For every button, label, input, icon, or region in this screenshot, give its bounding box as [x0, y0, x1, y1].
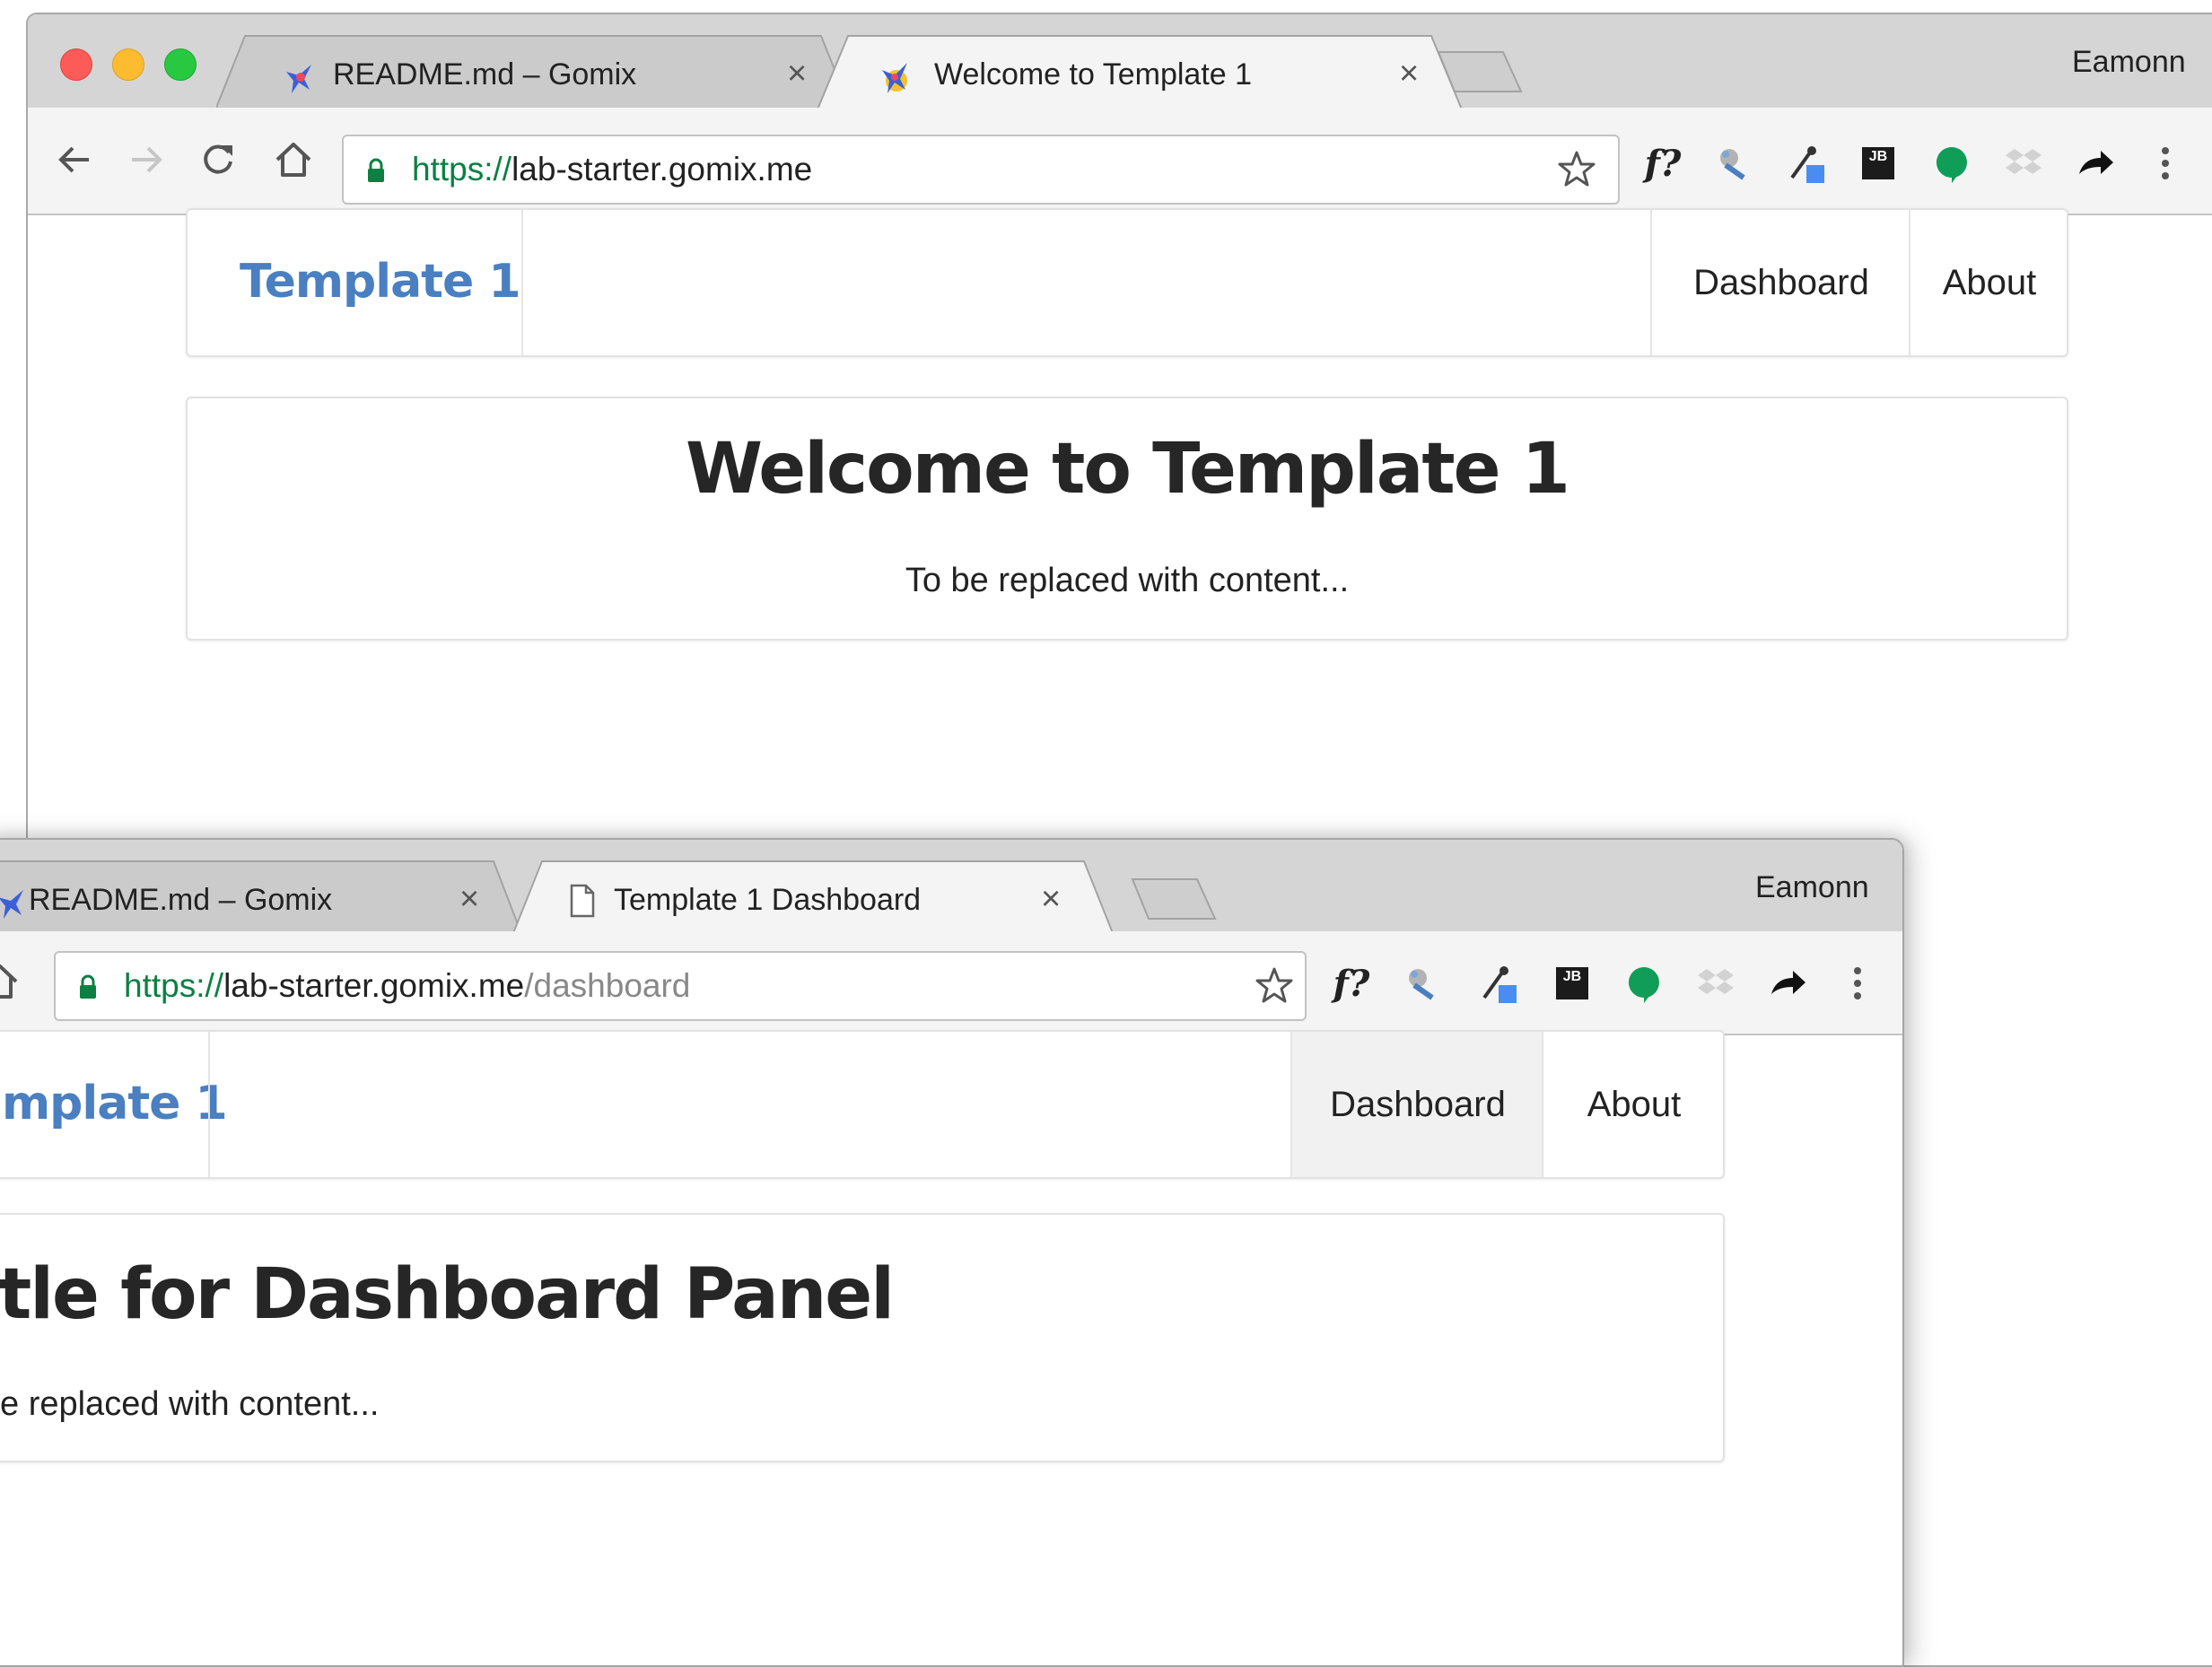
tab-title: Welcome to Template 1	[934, 57, 1253, 92]
tab-strip: README.md – Gomix × Welcome to Template …	[28, 14, 2212, 109]
satellite-icon[interactable]	[1713, 144, 1753, 183]
nav-dashboard[interactable]: Dashboard	[1290, 1032, 1543, 1177]
fx-icon[interactable]: f?	[1643, 143, 1683, 185]
menu-dots-icon[interactable]	[1838, 964, 1877, 1003]
welcome-panel: Welcome to Template 1 To be replaced wit…	[186, 397, 2068, 641]
url-scheme: https://	[412, 151, 512, 188]
tab-title: README.md – Gomix	[333, 57, 637, 92]
gomix-bird-icon	[882, 63, 907, 93]
eyedropper-icon[interactable]	[1479, 964, 1518, 1003]
jetbrains-icon[interactable]: JB	[1858, 144, 1898, 183]
close-tab-icon[interactable]: ×	[459, 881, 479, 917]
browser-toolbar: https://lab-starter.gomix.me f? JB	[28, 108, 2212, 215]
dropbox-icon[interactable]	[1696, 964, 1736, 1003]
nav-about[interactable]: About	[1909, 210, 2068, 355]
green-bubble-icon[interactable]	[1624, 964, 1664, 1003]
site-navbar: Template 1 Dashboard About	[186, 208, 2068, 357]
share-arrow-icon[interactable]	[1768, 964, 1807, 1003]
back-arrow-icon[interactable]	[49, 135, 100, 185]
panel-heading: tle for Dashboard Panel	[0, 1254, 895, 1335]
tab-readme[interactable]: README.md – Gomix ×	[0, 860, 522, 933]
dashboard-panel: tle for Dashboard Panel e replaced with …	[0, 1213, 1725, 1462]
bookmark-star-icon[interactable]	[1557, 149, 1596, 188]
close-tab-icon[interactable]: ×	[1399, 56, 1419, 92]
nav-dashboard[interactable]: Dashboard	[1650, 210, 1910, 355]
url-scheme: https://	[124, 967, 224, 1004]
home-icon[interactable]	[0, 956, 25, 1007]
dropbox-icon[interactable]	[2004, 144, 2043, 183]
navbar-divider	[521, 210, 523, 355]
new-tab-button[interactable]	[1129, 876, 1219, 922]
share-arrow-icon[interactable]	[2076, 144, 2115, 183]
url-host: lab-starter.gomix.me	[511, 151, 813, 188]
url-host: lab-starter.gomix.me	[223, 967, 525, 1004]
tab-strip: README.md – Gomix × Template 1 Dashboard…	[0, 840, 1902, 933]
satellite-icon[interactable]	[1402, 964, 1441, 1003]
green-bubble-icon[interactable]	[1932, 144, 1972, 183]
forward-arrow-icon[interactable]	[121, 135, 171, 185]
zoom-window-button[interactable]	[164, 48, 197, 81]
url-path: /dashboard	[524, 967, 691, 1004]
reload-icon[interactable]	[193, 135, 243, 185]
close-window-button[interactable]	[60, 48, 92, 81]
tab-title: README.md – Gomix	[29, 883, 333, 917]
address-bar[interactable]: https://lab-starter.gomix.me/dashboard	[54, 951, 1307, 1021]
new-tab-button[interactable]	[1435, 48, 1525, 95]
panel-heading: Welcome to Template 1	[686, 429, 1570, 510]
nav-about[interactable]: About	[1542, 1032, 1725, 1177]
fx-icon[interactable]: f?	[1332, 963, 1371, 1005]
gomix-bird-icon	[286, 65, 311, 93]
eyedropper-icon[interactable]	[1787, 144, 1826, 183]
minimize-window-button[interactable]	[112, 48, 144, 81]
panel-body: To be replaced with content...	[905, 562, 1350, 599]
brand-link[interactable]: mplate 1	[2, 1077, 228, 1130]
panel-body: e replaced with content...	[0, 1385, 380, 1423]
document-icon	[570, 884, 595, 918]
close-tab-icon[interactable]: ×	[1041, 881, 1061, 917]
url-text: https://lab-starter.gomix.me/dashboard	[124, 967, 690, 1005]
lock-icon	[368, 158, 384, 182]
home-icon[interactable]	[268, 135, 319, 185]
menu-dots-icon[interactable]	[2146, 144, 2185, 183]
profile-name[interactable]: Eamonn	[2072, 45, 2186, 80]
browser-toolbar: https://lab-starter.gomix.me/dashboard f…	[0, 931, 1902, 1035]
tab-template-dashboard[interactable]: Template 1 Dashboard ×	[513, 860, 1115, 933]
brand-link[interactable]: Template 1	[240, 255, 521, 309]
url-text: https://lab-starter.gomix.me	[412, 151, 812, 188]
lock-icon	[80, 974, 96, 999]
close-tab-icon[interactable]: ×	[787, 56, 807, 92]
site-navbar: mplate 1 Dashboard About	[0, 1030, 1725, 1179]
gomix-bird-icon	[0, 890, 23, 919]
tab-readme[interactable]: README.md – Gomix ×	[216, 34, 853, 108]
browser-window-front: README.md – Gomix × Template 1 Dashboard…	[0, 838, 1904, 1667]
jetbrains-icon[interactable]: JB	[1552, 964, 1592, 1003]
profile-name[interactable]: Eamonn	[1755, 870, 1869, 905]
address-bar[interactable]: https://lab-starter.gomix.me	[342, 135, 1620, 205]
navbar-divider	[208, 1032, 210, 1177]
bookmark-star-icon[interactable]	[1255, 965, 1294, 1005]
tab-welcome[interactable]: Welcome to Template 1 ×	[817, 34, 1464, 109]
tab-title: Template 1 Dashboard	[614, 883, 922, 917]
